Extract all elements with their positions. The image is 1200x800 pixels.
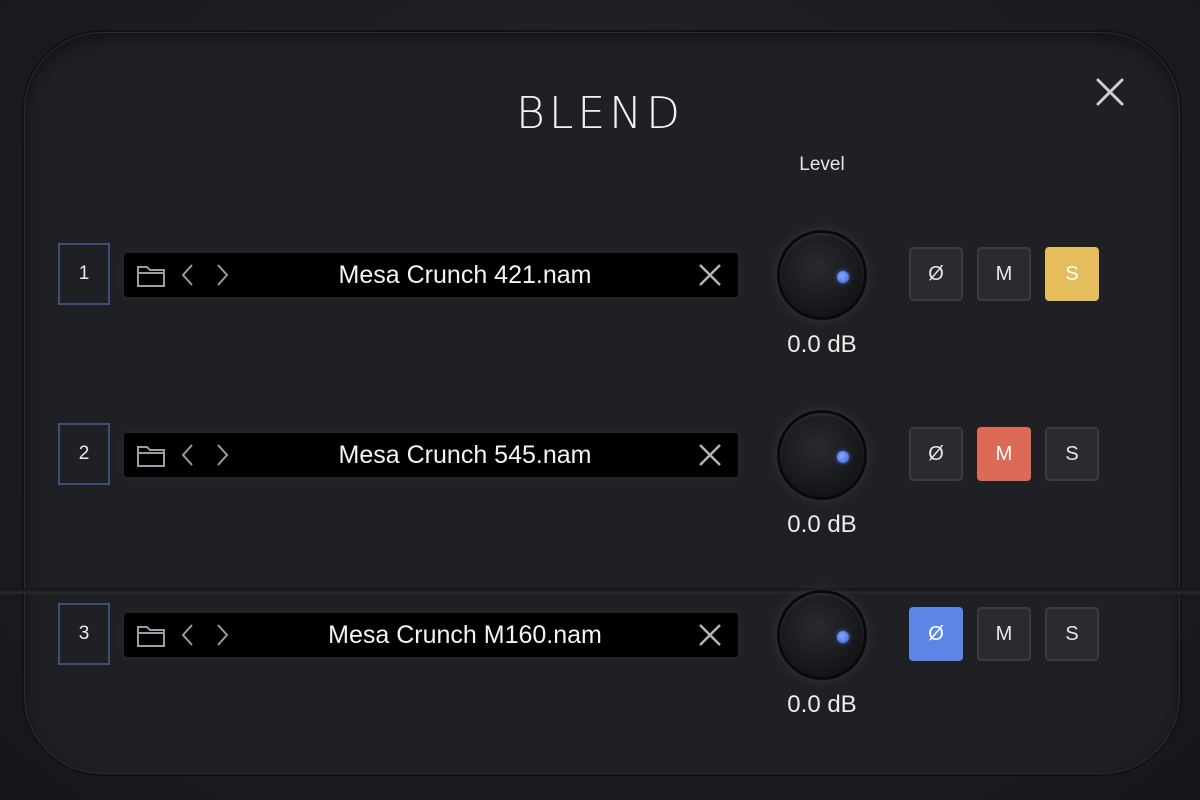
level-knob[interactable] — [780, 413, 864, 497]
level-knob[interactable] — [780, 233, 864, 317]
chevron-left-icon[interactable] — [178, 621, 198, 649]
close-button[interactable] — [1090, 72, 1130, 112]
file-name[interactable]: Mesa Crunch M160.nam — [274, 613, 656, 657]
clear-icon[interactable] — [696, 621, 724, 649]
file-selector: Mesa Crunch 545.nam — [124, 433, 738, 477]
phase-invert-button[interactable]: Ø — [909, 427, 963, 481]
section-divider — [0, 588, 1200, 594]
file-name[interactable]: Mesa Crunch 421.nam — [274, 253, 656, 297]
blend-window: BLEND Level 1 Mesa Crunch 421.nam 0.0 dB… — [0, 0, 1200, 800]
chevron-right-icon[interactable] — [212, 441, 232, 469]
folder-icon[interactable] — [136, 621, 166, 649]
knob-indicator-dot — [837, 271, 849, 283]
file-selector: Mesa Crunch M160.nam — [124, 613, 738, 657]
solo-button[interactable]: S — [1045, 247, 1099, 301]
slot-row-3: 3 Mesa Crunch M160.nam 0.0 dB Ø M S — [0, 593, 1200, 733]
mute-button[interactable]: M — [977, 607, 1031, 661]
file-name[interactable]: Mesa Crunch 545.nam — [274, 433, 656, 477]
slot-row-1: 1 Mesa Crunch 421.nam 0.0 dB Ø M S — [0, 233, 1200, 373]
chevron-right-icon[interactable] — [212, 261, 232, 289]
mute-button[interactable]: M — [977, 427, 1031, 481]
panel-title: BLEND — [516, 88, 684, 139]
phase-invert-button[interactable]: Ø — [909, 247, 963, 301]
chevron-left-icon[interactable] — [178, 261, 198, 289]
folder-icon[interactable] — [136, 261, 166, 289]
slot-row-2: 2 Mesa Crunch 545.nam 0.0 dB Ø M S — [0, 413, 1200, 553]
mute-button[interactable]: M — [977, 247, 1031, 301]
slot-number: 1 — [58, 243, 110, 305]
slot-number: 3 — [58, 603, 110, 665]
solo-button[interactable]: S — [1045, 427, 1099, 481]
slot-number: 2 — [58, 423, 110, 485]
knob-indicator-dot — [837, 451, 849, 463]
close-icon — [1096, 78, 1124, 106]
chevron-right-icon[interactable] — [212, 621, 232, 649]
phase-invert-button[interactable]: Ø — [909, 607, 963, 661]
file-selector: Mesa Crunch 421.nam — [124, 253, 738, 297]
level-knob[interactable] — [780, 593, 864, 677]
solo-button[interactable]: S — [1045, 607, 1099, 661]
clear-icon[interactable] — [696, 441, 724, 469]
level-value: 0.0 dB — [787, 511, 857, 538]
level-value: 0.0 dB — [787, 331, 857, 358]
folder-icon[interactable] — [136, 441, 166, 469]
level-value: 0.0 dB — [787, 691, 857, 718]
chevron-left-icon[interactable] — [178, 441, 198, 469]
clear-icon[interactable] — [696, 261, 724, 289]
level-column-header: Level — [799, 154, 845, 175]
knob-indicator-dot — [837, 631, 849, 643]
